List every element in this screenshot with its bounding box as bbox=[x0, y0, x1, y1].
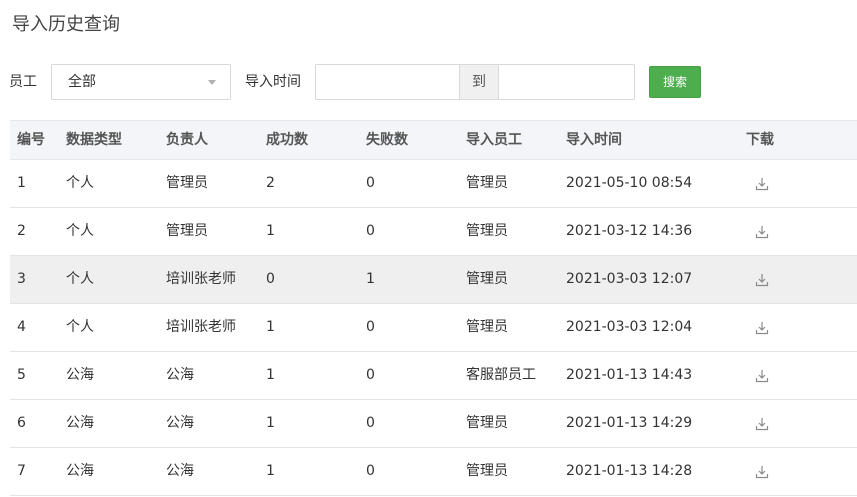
cell-owner: 培训张老师 bbox=[166, 319, 236, 335]
download-icon[interactable] bbox=[755, 417, 769, 431]
cell-id: 2 bbox=[17, 223, 26, 239]
cell-id: 5 bbox=[17, 367, 26, 383]
cell-id: 4 bbox=[17, 319, 26, 335]
cell-owner: 培训张老师 bbox=[166, 271, 236, 287]
download-icon[interactable] bbox=[755, 369, 769, 383]
cell-owner: 管理员 bbox=[166, 175, 208, 191]
cell-import-time: 2021-03-03 12:04 bbox=[566, 319, 693, 335]
table-row[interactable]: 2 个人 管理员 1 0 管理员 2021-03-12 14:36 bbox=[10, 208, 857, 256]
employee-select-value: 全部 bbox=[68, 74, 96, 90]
download-icon[interactable] bbox=[755, 321, 769, 335]
column-header-download: 下载 bbox=[746, 132, 774, 148]
cell-data-type: 公海 bbox=[66, 367, 94, 383]
caret-down-icon bbox=[208, 80, 216, 85]
cell-import-employee: 管理员 bbox=[466, 463, 508, 479]
download-icon[interactable] bbox=[755, 273, 769, 287]
cell-import-time: 2021-03-12 14:36 bbox=[566, 223, 693, 239]
table-row[interactable]: 3 个人 培训张老师 0 1 管理员 2021-03-03 12:07 bbox=[10, 256, 857, 304]
cell-fail-count: 0 bbox=[366, 319, 375, 335]
cell-import-employee: 管理员 bbox=[466, 271, 508, 287]
cell-success-count: 2 bbox=[266, 175, 275, 191]
date-to-input[interactable] bbox=[498, 64, 635, 100]
employee-label: 员工 bbox=[9, 74, 37, 90]
cell-success-count: 1 bbox=[266, 415, 275, 431]
table-header: 编号 数据类型 负责人 成功数 失败数 导入员工 导入时间 下载 bbox=[10, 120, 857, 160]
cell-data-type: 个人 bbox=[66, 319, 94, 335]
import-time-label: 导入时间 bbox=[245, 74, 301, 90]
cell-success-count: 1 bbox=[266, 319, 275, 335]
cell-data-type: 公海 bbox=[66, 463, 94, 479]
cell-fail-count: 0 bbox=[366, 463, 375, 479]
cell-id: 3 bbox=[17, 271, 26, 287]
employee-select[interactable]: 全部 bbox=[51, 64, 231, 100]
cell-id: 1 bbox=[17, 175, 26, 191]
cell-id: 7 bbox=[17, 463, 26, 479]
cell-import-time: 2021-01-13 14:29 bbox=[566, 415, 693, 431]
cell-import-time: 2021-03-03 12:07 bbox=[566, 271, 693, 287]
column-header-import-employee: 导入员工 bbox=[466, 132, 522, 148]
table-row[interactable]: 1 个人 管理员 2 0 管理员 2021-05-10 08:54 bbox=[10, 160, 857, 208]
table-body: 1 个人 管理员 2 0 管理员 2021-05-10 08:54 2 个人 管理员 1 0 管理员 20… bbox=[10, 160, 857, 496]
cell-data-type: 个人 bbox=[66, 223, 94, 239]
column-header-id: 编号 bbox=[17, 132, 45, 148]
cell-data-type: 个人 bbox=[66, 175, 94, 191]
cell-owner: 公海 bbox=[166, 415, 194, 431]
cell-import-employee: 管理员 bbox=[466, 223, 508, 239]
import-history-table: 编号 数据类型 负责人 成功数 失败数 导入员工 导入时间 下载 1 个人 管理员 2 0 管理员 202… bbox=[10, 120, 857, 496]
cell-import-employee: 客服部员工 bbox=[466, 367, 536, 383]
table-row[interactable]: 5 公海 公海 1 0 客服部员工 2021-01-13 14:43 bbox=[10, 352, 857, 400]
cell-fail-count: 0 bbox=[366, 367, 375, 383]
cell-fail-count: 0 bbox=[366, 175, 375, 191]
cell-id: 6 bbox=[17, 415, 26, 431]
cell-owner: 公海 bbox=[166, 463, 194, 479]
download-icon[interactable] bbox=[755, 225, 769, 239]
column-header-import-time: 导入时间 bbox=[566, 132, 622, 148]
cell-success-count: 1 bbox=[266, 463, 275, 479]
cell-import-time: 2021-01-13 14:43 bbox=[566, 367, 693, 383]
table-row[interactable]: 6 公海 公海 1 0 管理员 2021-01-13 14:29 bbox=[10, 400, 857, 448]
cell-fail-count: 1 bbox=[366, 271, 375, 287]
cell-owner: 管理员 bbox=[166, 223, 208, 239]
cell-import-time: 2021-01-13 14:28 bbox=[566, 463, 693, 479]
cell-success-count: 1 bbox=[266, 367, 275, 383]
search-button[interactable]: 搜索 bbox=[649, 66, 701, 98]
cell-data-type: 个人 bbox=[66, 271, 94, 287]
cell-success-count: 1 bbox=[266, 223, 275, 239]
cell-data-type: 公海 bbox=[66, 415, 94, 431]
filter-bar: 员工 全部 导入时间 到 搜索 bbox=[0, 64, 857, 100]
date-separator: 到 bbox=[459, 64, 499, 100]
download-icon[interactable] bbox=[755, 177, 769, 191]
cell-fail-count: 0 bbox=[366, 415, 375, 431]
download-icon[interactable] bbox=[755, 465, 769, 479]
column-header-data-type: 数据类型 bbox=[66, 132, 122, 148]
cell-success-count: 0 bbox=[266, 271, 275, 287]
page-title: 导入历史查询 bbox=[12, 14, 120, 35]
column-header-success-count: 成功数 bbox=[266, 132, 308, 148]
table-row[interactable]: 7 公海 公海 1 0 管理员 2021-01-13 14:28 bbox=[10, 448, 857, 496]
cell-import-time: 2021-05-10 08:54 bbox=[566, 175, 693, 191]
column-header-fail-count: 失败数 bbox=[366, 132, 408, 148]
cell-import-employee: 管理员 bbox=[466, 175, 508, 191]
cell-import-employee: 管理员 bbox=[466, 319, 508, 335]
cell-import-employee: 管理员 bbox=[466, 415, 508, 431]
date-from-input[interactable] bbox=[315, 64, 460, 100]
cell-fail-count: 0 bbox=[366, 223, 375, 239]
table-row[interactable]: 4 个人 培训张老师 1 0 管理员 2021-03-03 12:04 bbox=[10, 304, 857, 352]
column-header-owner: 负责人 bbox=[166, 132, 208, 148]
cell-owner: 公海 bbox=[166, 367, 194, 383]
